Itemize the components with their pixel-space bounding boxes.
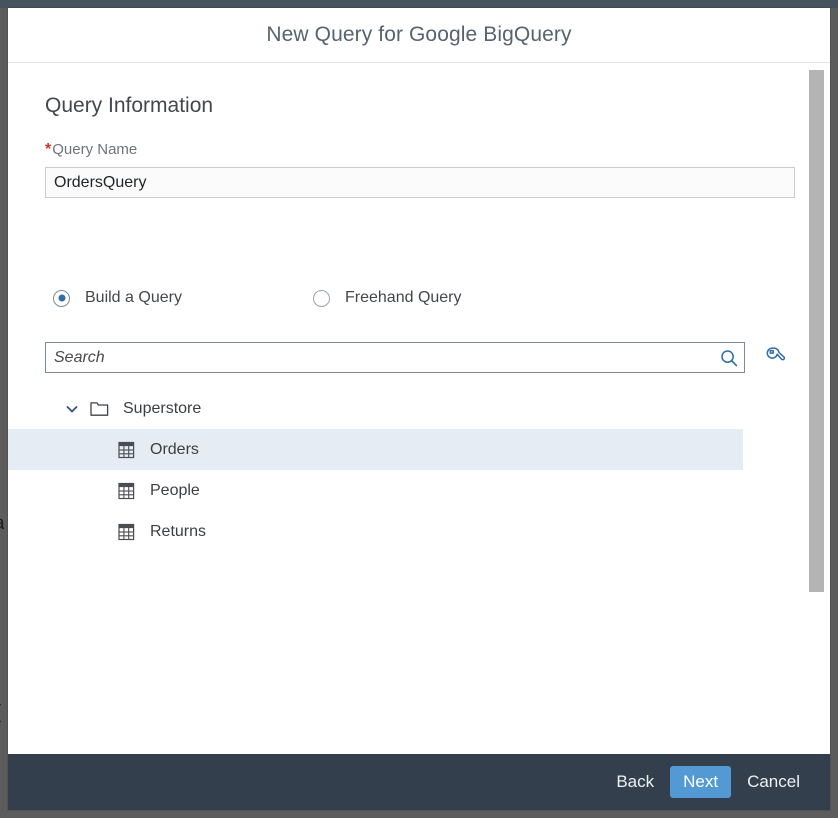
query-options-button[interactable] — [763, 344, 789, 370]
back-button[interactable]: Back — [604, 766, 666, 798]
radio-freehand-query[interactable]: Freehand Query — [313, 289, 462, 307]
new-query-dialog: New Query for Google BigQuery Query Info… — [8, 8, 830, 810]
tree-node-superstore[interactable]: Superstore — [8, 388, 812, 429]
table-icon — [116, 481, 136, 501]
search-icon[interactable] — [714, 349, 744, 367]
chevron-down-icon[interactable] — [64, 401, 80, 417]
dialog-body-content: Query Information *Query Name Build a Qu… — [8, 63, 812, 754]
folder-icon — [89, 399, 109, 419]
vertical-scrollbar-thumb[interactable] — [809, 70, 824, 592]
dialog-body: Query Information *Query Name Build a Qu… — [8, 63, 830, 754]
next-button[interactable]: Next — [670, 766, 732, 798]
tree-node-label: People — [150, 481, 200, 499]
dialog-footer: Back Next Cancel — [8, 754, 830, 810]
dialog-title-bar: New Query for Google BigQuery — [8, 8, 830, 63]
tree-node-label: Returns — [150, 522, 207, 540]
table-icon — [116, 440, 136, 460]
radio-freehand-query-label: Freehand Query — [345, 289, 462, 306]
vertical-scrollbar-track[interactable] — [809, 63, 827, 754]
radio-build-a-query[interactable]: Build a Query — [53, 289, 182, 307]
section-heading: Query Information — [45, 94, 214, 117]
tree-node-orders[interactable]: Orders — [8, 429, 743, 470]
background-text-fragment-2: ( — [0, 702, 5, 724]
radio-selected-icon — [53, 289, 70, 307]
tree-node-label: Superstore — [123, 399, 202, 417]
required-asterisk: * — [45, 141, 52, 158]
dialog-title: New Query for Google BigQuery — [266, 23, 572, 46]
radio-unselected-icon — [313, 289, 330, 307]
radio-build-a-query-label: Build a Query — [85, 289, 182, 306]
table-icon — [116, 522, 136, 542]
backdrop-top-strip — [0, 0, 838, 8]
object-tree: Superstore Orders People Returns — [8, 388, 812, 552]
tree-node-people[interactable]: People — [8, 470, 812, 511]
query-name-input[interactable] — [45, 167, 795, 198]
search-input[interactable] — [46, 348, 714, 367]
query-name-label: * Query Name — [45, 141, 137, 159]
wrench-icon — [765, 345, 787, 370]
query-name-label-text: Query Name — [52, 141, 138, 158]
tree-node-returns[interactable]: Returns — [8, 511, 812, 552]
tree-node-label: Orders — [150, 440, 199, 458]
background-text-fragment-1: a — [0, 513, 4, 535]
search-field[interactable] — [45, 342, 745, 373]
cancel-button[interactable]: Cancel — [735, 766, 812, 798]
